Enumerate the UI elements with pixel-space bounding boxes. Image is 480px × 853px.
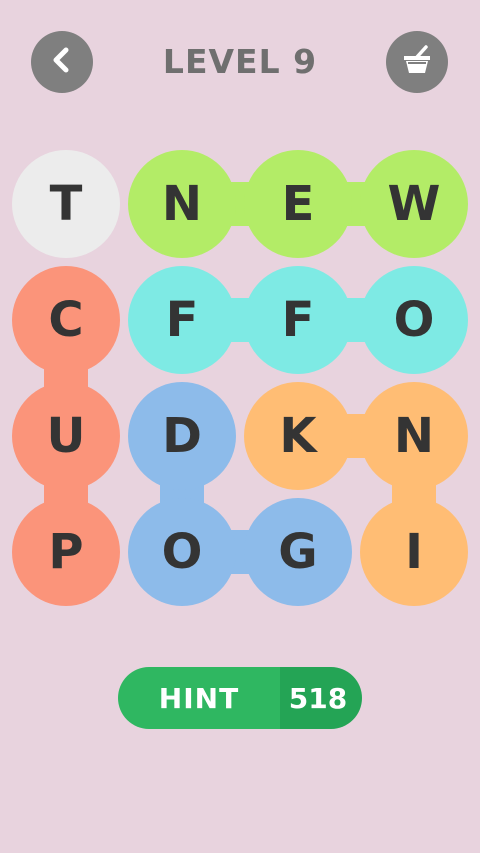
hint-label: HINT <box>118 667 280 729</box>
letter-cell[interactable]: K <box>244 382 352 490</box>
letter-cell[interactable]: U <box>12 382 120 490</box>
letter-cell[interactable]: P <box>12 498 120 606</box>
letter-cell[interactable]: N <box>360 382 468 490</box>
letter-cell[interactable]: E <box>244 150 352 258</box>
letter-cell[interactable]: O <box>128 498 236 606</box>
letter-cell[interactable]: I <box>360 498 468 606</box>
letter-cell[interactable]: C <box>12 266 120 374</box>
hint-button[interactable]: HINT 518 <box>118 667 362 729</box>
letter-cell[interactable]: D <box>128 382 236 490</box>
hint-count: 518 <box>280 667 362 729</box>
letter-cell[interactable]: N <box>128 150 236 258</box>
letter-cell[interactable]: O <box>360 266 468 374</box>
letter-cell[interactable]: T <box>12 150 120 258</box>
letter-cell[interactable]: F <box>128 266 236 374</box>
letter-cell[interactable]: F <box>244 266 352 374</box>
letter-cell[interactable]: G <box>244 498 352 606</box>
letter-cell[interactable]: W <box>360 150 468 258</box>
